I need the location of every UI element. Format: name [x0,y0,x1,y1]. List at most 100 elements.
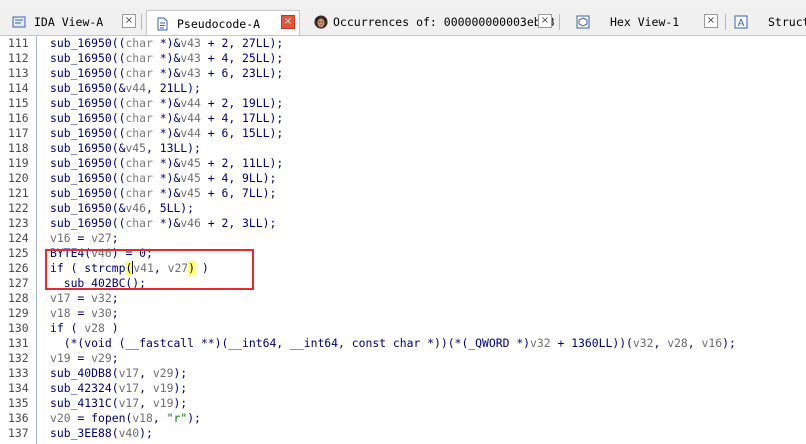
line-number: 137 [8,426,29,440]
structures-icon: A [734,15,748,29]
code-text: if ( v28 ) [50,321,119,335]
tab-separator [725,14,726,30]
ida-view-icon [12,15,26,29]
tab-label: IDA View-A [34,15,104,29]
code-line[interactable]: 115 sub_16950((char *)&v44 + 2, 19LL); [0,96,806,111]
tab-structures[interactable]: A Struct [730,10,806,34]
tab-bar: IDA View-A × Pseudocode-A × Occurrences … [0,8,806,36]
line-number: 119 [8,156,29,170]
code-text: sub_42324(v17, v19); [50,381,188,395]
code-text: v17 = v32; [50,291,119,305]
tab-label: Hex View-1 [610,15,680,29]
line-number: 116 [8,111,29,125]
code-text: sub_16950((char *)&v46 + 2, 3LL); [50,216,277,230]
tab-label: Pseudocode-A [177,16,261,31]
line-number: 135 [8,396,29,410]
code-line[interactable]: 121 sub_16950((char *)&v45 + 6, 7LL); [0,186,806,201]
code-text: sub_4131C(v17, v19); [50,396,188,410]
code-text: sub_16950(&v45, 13LL); [50,141,201,155]
code-line[interactable]: 131 (*(void (__fastcall **)(__int64, __i… [0,336,806,351]
line-number: 123 [8,216,29,230]
tab-label: Occurrences of: 000000000003ebe8 [333,15,555,29]
code-line[interactable]: 128 v17 = v32; [0,291,806,306]
tab-occurrences[interactable]: Occurrences of: 000000000003ebe8 × [310,10,556,34]
code-line[interactable]: 122 sub_16950(&v46, 5LL); [0,201,806,216]
tab-ida-view-a[interactable]: IDA View-A × [4,10,140,34]
code-text: sub_3EE88(v40); [50,426,153,440]
code-text: sub_16950((char *)&v45 + 2, 11LL); [50,156,284,170]
code-line[interactable]: 123 sub_16950((char *)&v46 + 2, 3LL); [0,216,806,231]
line-number: 130 [8,321,29,335]
code-text: sub_16950((char *)&v43 + 6, 23LL); [50,66,284,80]
code-line[interactable]: 127 sub_402BC(); [0,276,806,291]
window-title-strip [0,0,806,8]
line-number: 120 [8,171,29,185]
code-line[interactable]: 111 sub_16950((char *)&v43 + 2, 27LL); [0,36,806,51]
code-line[interactable]: 116 sub_16950((char *)&v44 + 4, 17LL); [0,111,806,126]
code-text: BYTE4(v46) = 0; [50,246,153,260]
code-line[interactable]: 120 sub_16950((char *)&v45 + 4, 9LL); [0,171,806,186]
line-number: 127 [8,276,29,290]
line-number: 118 [8,141,29,155]
code-text: v18 = v30; [50,306,119,320]
close-icon[interactable]: × [538,14,552,28]
line-number: 128 [8,291,29,305]
code-text: sub_16950(&v44, 21LL); [50,81,201,95]
code-line[interactable]: 125 BYTE4(v46) = 0; [0,246,806,261]
code-line[interactable]: 126 if ( strcmp(v41, v27) ) [0,261,806,276]
code-line[interactable]: 136 v20 = fopen(v18, "r"); [0,411,806,426]
line-number: 132 [8,351,29,365]
code-text: sub_16950((char *)&v45 + 6, 7LL); [50,186,277,200]
line-number: 125 [8,246,29,260]
tab-pseudocode-a[interactable]: Pseudocode-A × [146,10,300,35]
code-line[interactable]: 135 sub_4131C(v17, v19); [0,396,806,411]
code-line[interactable]: 124 v16 = v27; [0,231,806,246]
line-number: 114 [8,81,29,95]
tab-separator [141,14,142,30]
line-number: 133 [8,366,29,380]
line-number: 129 [8,306,29,320]
line-number: 122 [8,201,29,215]
code-line[interactable]: 114 sub_16950(&v44, 21LL); [0,81,806,96]
code-line[interactable]: 137 sub_3EE88(v40); [0,426,806,441]
code-text: sub_40DB8(v17, v29); [50,366,188,380]
line-number: 126 [8,261,29,275]
code-text: sub_16950((char *)&v44 + 4, 17LL); [50,111,284,125]
line-number: 121 [8,186,29,200]
line-number: 111 [8,36,29,50]
code-text: v19 = v29; [50,351,119,365]
hex-view-icon [576,15,590,29]
code-line[interactable]: 133 sub_40DB8(v17, v29); [0,366,806,381]
code-text: sub_16950((char *)&v44 + 6, 15LL); [50,126,284,140]
line-number: 117 [8,126,29,140]
close-icon[interactable]: × [281,15,295,29]
code-text: sub_16950((char *)&v44 + 2, 19LL); [50,96,284,110]
code-line[interactable]: 112 sub_16950((char *)&v43 + 4, 25LL); [0,51,806,66]
code-text: if ( strcmp(v41, v27) ) [50,261,209,275]
code-text: sub_16950((char *)&v43 + 2, 27LL); [50,36,284,50]
code-line[interactable]: 117 sub_16950((char *)&v44 + 6, 15LL); [0,126,806,141]
close-icon[interactable]: × [704,14,718,28]
close-icon[interactable]: × [122,14,136,28]
code-line[interactable]: 132 v19 = v29; [0,351,806,366]
line-number: 112 [8,51,29,65]
occurrences-avatar-icon [314,15,328,29]
tab-separator [559,14,560,30]
code-text: sub_16950((char *)&v43 + 4, 25LL); [50,51,284,65]
line-number: 124 [8,231,29,245]
pseudocode-editor[interactable]: 111 sub_16950((char *)&v43 + 2, 27LL); 112… [0,36,806,444]
pseudocode-icon [155,17,169,31]
code-text: v16 = v27; [50,231,119,245]
svg-text:A: A [738,18,745,29]
code-line[interactable]: 129 v18 = v30; [0,306,806,321]
code-line[interactable]: 113 sub_16950((char *)&v43 + 6, 23LL); [0,66,806,81]
code-line[interactable]: 134 sub_42324(v17, v19); [0,381,806,396]
line-number: 115 [8,96,29,110]
code-text: sub_402BC(); [50,276,147,290]
code-line[interactable]: 118 sub_16950(&v45, 13LL); [0,141,806,156]
line-number: 113 [8,66,29,80]
tab-hex-view-1[interactable]: Hex View-1 × [564,10,722,34]
code-line[interactable]: 130 if ( v28 ) [0,321,806,336]
code-line[interactable]: 119 sub_16950((char *)&v45 + 2, 11LL); [0,156,806,171]
line-number: 136 [8,411,29,425]
